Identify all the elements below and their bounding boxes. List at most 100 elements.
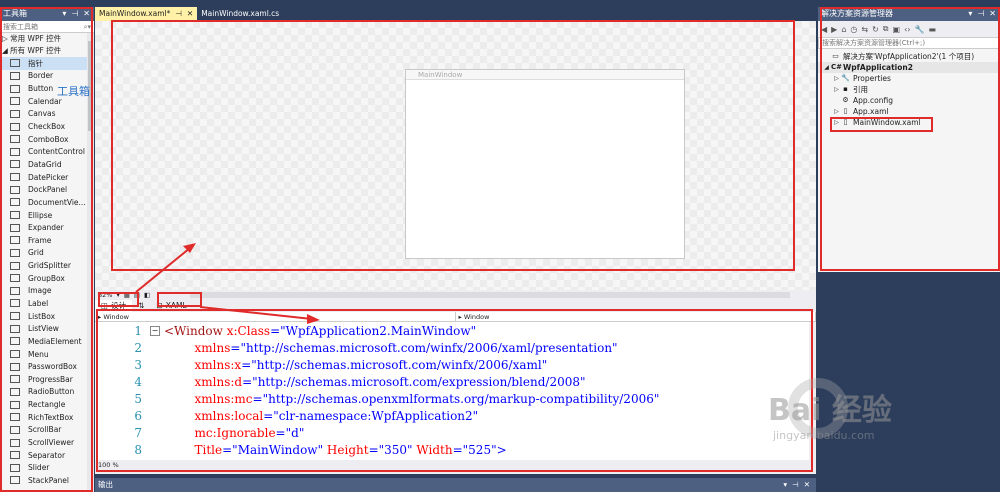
expander-icon[interactable]: ▷ bbox=[832, 73, 841, 84]
expander-icon[interactable]: ◢ bbox=[822, 62, 831, 73]
expander-icon[interactable]: ▷ bbox=[832, 106, 841, 117]
close-icon[interactable]: ✕ bbox=[187, 7, 193, 21]
toolbox-item[interactable]: RichTextBox bbox=[0, 411, 94, 424]
code-line[interactable]: 8 Title =" MainWindow " Height =" 350 " Width =… bbox=[95, 441, 809, 458]
toolbox-item[interactable]: Menu bbox=[0, 348, 94, 361]
designer-window-preview[interactable]: MainWindow bbox=[405, 69, 685, 259]
toolbox-group-common[interactable]: ▷ 常用 WPF 控件 bbox=[0, 33, 94, 45]
tab-mainwindow-xaml[interactable]: MainWindow.xaml* ⊣ ✕ bbox=[95, 7, 198, 21]
tree-item[interactable]: ⚙ App.config bbox=[818, 95, 1000, 106]
close-icon[interactable]: ✕ bbox=[989, 7, 996, 21]
close-icon[interactable]: ✕ bbox=[804, 478, 810, 492]
search-icon[interactable]: ⌕▾ bbox=[84, 21, 91, 33]
toolbox-item[interactable]: Canvas bbox=[0, 108, 94, 121]
toolbox-item[interactable]: PasswordBox bbox=[0, 360, 94, 373]
toolbox-item[interactable]: ScrollBar bbox=[0, 424, 94, 437]
toolbox-item[interactable]: Image bbox=[0, 285, 94, 298]
show-all-icon[interactable]: ▣ bbox=[893, 25, 901, 34]
toolbox-item[interactable]: RadioButton bbox=[0, 386, 94, 399]
fold-toggle-icon[interactable]: − bbox=[150, 325, 160, 336]
toolbox-item[interactable]: Slider bbox=[0, 462, 94, 475]
code-line[interactable]: 1− <Window x:Class =" WpfApplication2.MainW… bbox=[95, 322, 809, 339]
pin-icon[interactable]: ⊣ bbox=[71, 7, 78, 21]
zoom-select[interactable]: 82% bbox=[98, 291, 112, 299]
code-line[interactable]: 2 xmlns =" http://schemas.microsoft.com/wi… bbox=[95, 339, 809, 356]
toolbox-item[interactable]: Border bbox=[0, 70, 94, 83]
toolbox-item[interactable]: Expander bbox=[0, 221, 94, 234]
pin-icon[interactable]: ⊣ bbox=[175, 7, 182, 21]
toolbox-item[interactable]: MediaElement bbox=[0, 335, 94, 348]
chevron-down-icon[interactable]: ▾ bbox=[968, 7, 972, 21]
chevron-down-icon[interactable]: ▾ bbox=[62, 7, 66, 21]
toolbox-item[interactable]: ScrollViewer bbox=[0, 436, 94, 449]
solution-search-input[interactable]: 搜索解决方案资源管理器(Ctrl+;) bbox=[818, 37, 1000, 49]
designer-hscrollbar[interactable] bbox=[190, 292, 790, 298]
tree-item[interactable]: ▭ 解决方案'WpfApplication2'(1 个项目) bbox=[818, 51, 1000, 62]
refresh-icon[interactable]: ↻ bbox=[872, 25, 879, 34]
toolbox-item[interactable]: Ellipse bbox=[0, 209, 94, 222]
element-selector-left[interactable]: ▸ Window bbox=[95, 312, 456, 321]
toolbox-item[interactable]: Separator bbox=[0, 449, 94, 462]
code-view-icon[interactable]: ‹› bbox=[904, 25, 910, 34]
toolbox-item[interactable]: Grid bbox=[0, 247, 94, 260]
tree-item[interactable]: ▷ ▪ 引用 bbox=[818, 84, 1000, 95]
toolbox-item[interactable]: Frame bbox=[0, 234, 94, 247]
collapse-all-icon[interactable]: ⧉ bbox=[883, 24, 889, 34]
tab-design[interactable]: ◫ 设计 bbox=[95, 300, 133, 312]
toolbox-item[interactable]: DatePicker bbox=[0, 171, 94, 184]
code-line[interactable]: 3 xmlns:x =" http://schemas.microsoft.com/… bbox=[95, 356, 809, 373]
toolbox-item[interactable]: ComboBox bbox=[0, 133, 94, 146]
swap-panes-button[interactable]: ⇅ bbox=[132, 300, 150, 312]
chevron-down-icon[interactable]: ▾ bbox=[116, 291, 119, 299]
toolbox-item[interactable]: ProgressBar bbox=[0, 373, 94, 386]
toolbox-item[interactable]: DataGrid bbox=[0, 158, 94, 171]
toolbox-item[interactable]: Label bbox=[0, 297, 94, 310]
history-icon[interactable]: ◷ bbox=[850, 25, 857, 34]
toolbox-item[interactable]: CheckBox bbox=[0, 120, 94, 133]
preview-icon[interactable]: ▬ bbox=[928, 25, 936, 34]
toolbox-item[interactable]: GridSplitter bbox=[0, 259, 94, 272]
toolbox-scrollbar[interactable] bbox=[87, 33, 94, 492]
code-line[interactable]: 6 xmlns:local =" clr-namespace:WpfApplicat… bbox=[95, 407, 809, 424]
snap-icon[interactable]: ▤ bbox=[134, 291, 140, 299]
toolbox-item[interactable]: StackPanel bbox=[0, 474, 94, 487]
close-icon[interactable]: ✕ bbox=[83, 7, 90, 21]
output-panel-title[interactable]: 输出 ▾ ⊣ ✕ bbox=[95, 478, 816, 492]
expander-icon[interactable]: ▷ bbox=[832, 84, 841, 95]
tree-item[interactable]: ▷ 🔧 Properties bbox=[818, 73, 1000, 84]
code-line[interactable]: 4 xmlns:d =" http://schemas.microsoft.com/… bbox=[95, 373, 809, 390]
code-zoom-select[interactable]: 100 % bbox=[98, 461, 119, 469]
tab-xaml[interactable]: ⊟ XAML bbox=[150, 300, 192, 312]
code-line[interactable]: 7 mc:Ignorable =" d " bbox=[95, 424, 809, 441]
toolbox-item[interactable]: DocumentVie... bbox=[0, 196, 94, 209]
tab-mainwindow-xaml-cs[interactable]: MainWindow.xaml.cs bbox=[197, 7, 283, 21]
design-surface[interactable]: MainWindow bbox=[95, 21, 816, 290]
toolbox-item[interactable]: Rectangle bbox=[0, 398, 94, 411]
tree-item[interactable]: ▷ ▯ MainWindow.xaml bbox=[818, 117, 1000, 128]
toolbox-item[interactable]: ListView bbox=[0, 322, 94, 335]
pin-icon[interactable]: ⊣ bbox=[792, 478, 799, 492]
layout-icon[interactable]: ◧ bbox=[144, 291, 150, 299]
toolbox-group-all[interactable]: ◢ 所有 WPF 控件 bbox=[0, 45, 94, 57]
code-line[interactable]: 5 xmlns:mc =" http://schemas.openxmlformat… bbox=[95, 390, 809, 407]
home-icon[interactable]: ⌂ bbox=[841, 25, 846, 34]
toolbox-panel: 工具箱 ▾ ⊣ ✕ 搜索工具箱 ⌕▾ ▷ 常用 WPF 控件 ◢ 所有 WPF 控件… bbox=[0, 7, 94, 492]
forward-icon[interactable]: ▶ bbox=[831, 25, 837, 34]
toolbox-search-input[interactable]: 搜索工具箱 ⌕▾ bbox=[0, 21, 94, 33]
expander-icon[interactable]: ▷ bbox=[832, 117, 841, 128]
back-icon[interactable]: ◀ bbox=[821, 25, 827, 34]
sync-icon[interactable]: ⇆ bbox=[861, 25, 868, 34]
grid-icon[interactable]: ▦ bbox=[124, 291, 130, 299]
toolbox-item[interactable]: ContentControl bbox=[0, 145, 94, 158]
properties-icon[interactable]: 🔧 bbox=[914, 25, 924, 34]
toolbox-item[interactable]: DockPanel bbox=[0, 183, 94, 196]
pin-icon[interactable]: ⊣ bbox=[977, 7, 984, 21]
toolbox-item[interactable]: GroupBox bbox=[0, 272, 94, 285]
toolbox-item[interactable]: 指针 bbox=[0, 57, 94, 70]
xaml-code-editor[interactable]: 1− <Window x:Class =" WpfApplication2.MainW… bbox=[95, 322, 809, 460]
chevron-down-icon[interactable]: ▾ bbox=[783, 478, 787, 492]
tree-item[interactable]: ◢ C# WpfApplication2 bbox=[818, 62, 1000, 73]
tree-item[interactable]: ▷ ▯ App.xaml bbox=[818, 106, 1000, 117]
element-selector-right[interactable]: ▸ Window bbox=[456, 312, 816, 321]
toolbox-item[interactable]: ListBox bbox=[0, 310, 94, 323]
